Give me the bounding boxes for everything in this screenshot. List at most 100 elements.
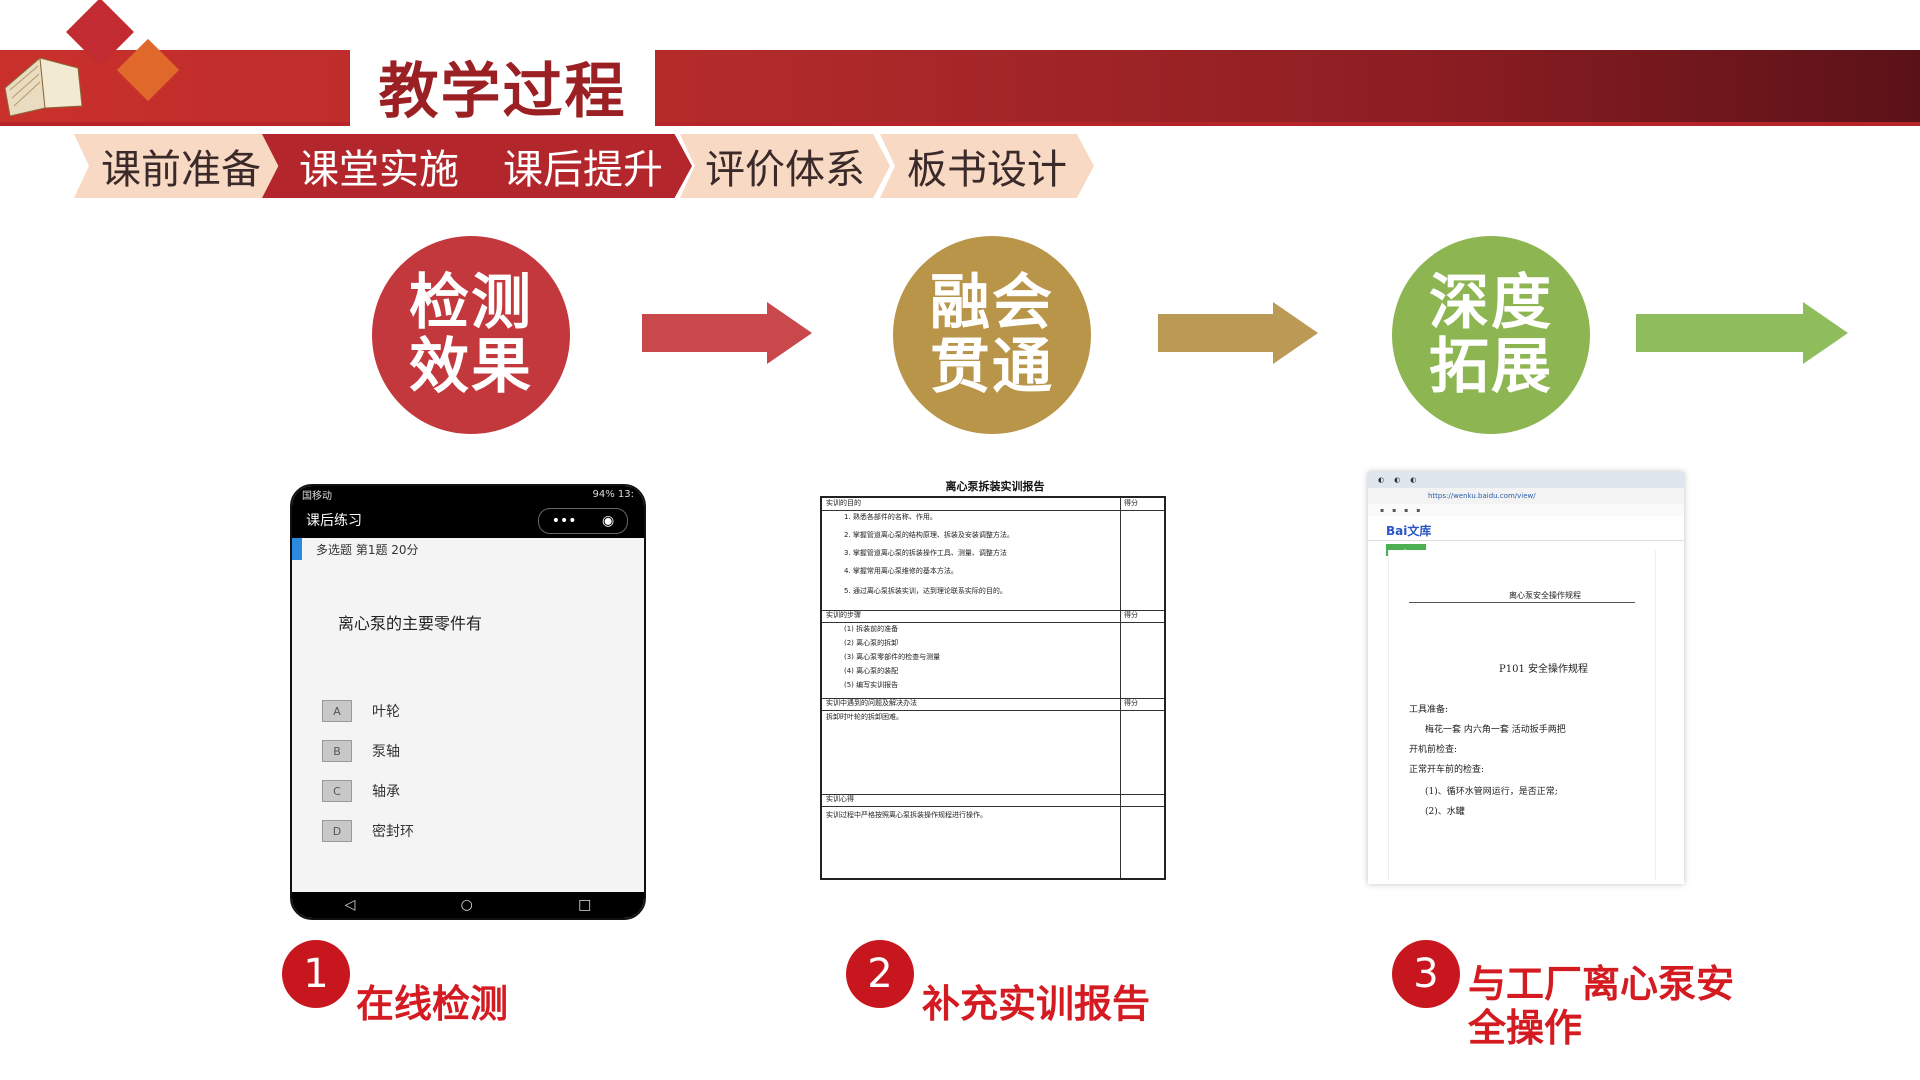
header-underline — [0, 122, 1920, 126]
doc-line: 正常开车前的检查: — [1409, 765, 1485, 775]
browser-screenshot: ◐ ◐ ◐ https://wenku.baidu.com/view/ ▪ ▪ … — [1368, 472, 1684, 884]
document-page: 离心泵安全操作规程 P101 安全操作规程 工具准备: 梅花一套 内六角一套 活… — [1388, 550, 1656, 880]
report-item: 4. 掌握常用离心泵维修的基本方法。 — [844, 567, 958, 575]
report-section-heading: 实训的目的 — [826, 499, 861, 507]
report-document: 实训的目的 得分 1. 熟悉各部件的名称、作用。 2. 掌握管道离心泵的结构原理… — [820, 496, 1166, 880]
phone-screenshot: 国移动 94% 13: 课后练习 ••• ◉ 多选题 第1题 20分 离心泵的主… — [290, 484, 646, 920]
report-item: (2) 离心泵的拆卸 — [844, 639, 899, 647]
phone-title: 课后练习 — [306, 513, 362, 529]
step-number-badge: 2 — [846, 940, 914, 1008]
report-item: 2. 掌握管道离心泵的结构原理、拆装及安装调整方法。 — [844, 531, 1014, 539]
doc-line: 梅花一套 内六角一套 活动扳手两把 — [1425, 725, 1566, 735]
report-row-line — [822, 622, 1164, 623]
question-text: 离心泵的主要零件有 — [338, 614, 483, 633]
browser-tab[interactable]: ◐ — [1410, 476, 1416, 484]
report-item: 1. 熟悉各部件的名称、作用。 — [844, 513, 937, 521]
report-row-line — [822, 806, 1164, 807]
option-letter: B — [322, 740, 352, 762]
back-icon[interactable]: ◁ — [345, 897, 356, 913]
question-meta-text: 多选题 第1题 20分 — [316, 542, 419, 557]
report-column-divider — [1120, 498, 1121, 878]
report-item: (1) 拆装前的准备 — [844, 625, 899, 633]
doc-header: 离心泵安全操作规程 — [1509, 591, 1581, 600]
report-row-line — [822, 510, 1164, 511]
step-line2: 拓展 — [1429, 332, 1553, 402]
browser-tab-strip: ◐ ◐ ◐ — [1368, 472, 1684, 488]
doc-line: 开机前检查: — [1409, 745, 1458, 755]
option-text: 密封环 — [372, 824, 414, 840]
url-text: https://wenku.baidu.com/view/ — [1428, 492, 1536, 500]
step-number-badge: 3 — [1392, 940, 1460, 1008]
option-a[interactable]: A 叶轮 — [322, 700, 400, 722]
header-bar — [0, 50, 1920, 122]
battery-time-text: 94% 13: — [592, 488, 635, 500]
tab-after-class[interactable]: 课后提升 — [474, 134, 692, 198]
bookmark-icon[interactable]: ▪ — [1404, 507, 1408, 514]
option-letter: C — [322, 780, 352, 802]
option-c[interactable]: C 轴承 — [322, 780, 400, 802]
baidu-wenku-logo: Bai文库 — [1386, 524, 1432, 538]
tab-label: 课前准备 — [101, 147, 261, 193]
report-item: 5. 通过离心泵拆装实训，达到理论联系实际的目的。 — [844, 587, 1007, 595]
step-number-badge: 1 — [282, 940, 350, 1008]
report-item: 3. 掌握管道离心泵的拆装操作工具、测量、调整方法 — [844, 549, 1007, 557]
report-item: (5) 编写实训报告 — [844, 681, 899, 689]
arrow-right-icon — [1158, 302, 1318, 364]
recents-icon[interactable]: □ — [578, 897, 591, 913]
bookmark-icon[interactable]: ▪ — [1380, 507, 1384, 514]
question-meta: 多选题 第1题 20分 — [292, 538, 419, 560]
phone-status-bar: 国移动 94% 13: — [292, 486, 644, 502]
tab-pre-class[interactable]: 课前准备 — [74, 134, 288, 198]
browser-tab[interactable]: ◐ — [1394, 476, 1400, 484]
report-score-label: 得分 — [1124, 699, 1138, 707]
close-target-icon[interactable]: ◉ — [602, 513, 614, 529]
report-section-heading: 实训中遇到的问题及解决办法 — [826, 699, 917, 707]
doc-line: 工具准备: — [1409, 705, 1449, 715]
report-paragraph: 拆卸时叶轮的拆卸困难。 — [826, 713, 903, 721]
tab-evaluation[interactable]: 评价体系 — [680, 134, 890, 198]
step-line2: 效果 — [409, 332, 533, 402]
report-row-line — [822, 710, 1164, 711]
option-letter: A — [322, 700, 352, 722]
option-d[interactable]: D 密封环 — [322, 820, 414, 842]
arrow-right-icon — [642, 302, 812, 364]
step-line2: 贯通 — [930, 332, 1054, 402]
doc-title: P101 安全操作规程 — [1499, 664, 1588, 675]
bookmarks-bar: ▪ ▪ ▪ ▪ — [1368, 504, 1684, 516]
report-row-line — [822, 794, 1164, 795]
bookmark-icon[interactable]: ▪ — [1392, 507, 1396, 514]
report-row-line — [822, 610, 1164, 611]
address-bar[interactable]: https://wenku.baidu.com/view/ — [1368, 488, 1684, 504]
browser-tab[interactable]: ◐ — [1378, 476, 1384, 484]
home-icon[interactable]: ○ — [461, 897, 473, 913]
option-text: 泵轴 — [372, 744, 400, 760]
phone-nav-bar: ◁ ○ □ — [292, 892, 644, 918]
arrow-right-icon — [1636, 302, 1848, 364]
tab-in-class[interactable]: 课堂实施 — [262, 134, 496, 198]
report-paragraph: 实训过程中严格按照离心泵拆装操作规程进行操作。 — [826, 811, 987, 819]
tab-blackboard[interactable]: 板书设计 — [880, 134, 1094, 198]
doc-header-rule — [1409, 602, 1635, 603]
report-score-label: 得分 — [1124, 499, 1138, 507]
step-circle-integrate: 融会 贯通 — [893, 236, 1091, 434]
step-line1: 检测 — [409, 268, 533, 338]
page-title: 教学过程 — [378, 56, 627, 127]
meta-accent-bar — [292, 538, 302, 560]
doc-line: (2)、水罐 — [1425, 807, 1465, 817]
option-letter: D — [322, 820, 352, 842]
tab-label: 课堂实施 — [299, 147, 459, 193]
option-text: 轴承 — [372, 784, 400, 800]
report-score-label: 得分 — [1124, 611, 1138, 619]
report-item: (4) 离心泵的装配 — [844, 667, 899, 675]
report-section-heading: 实训心得 — [826, 795, 854, 803]
carrier-text: 国移动 — [302, 490, 332, 502]
report-item: (3) 离心泵零部件的检查与测量 — [844, 653, 941, 661]
bookmark-icon[interactable]: ▪ — [1416, 507, 1420, 514]
more-dots-icon[interactable]: ••• — [552, 513, 577, 529]
doc-line: (1)、循环水管网运行，是否正常; — [1425, 787, 1558, 797]
tab-label: 板书设计 — [907, 147, 1067, 193]
report-section-heading: 实训的步骤 — [826, 611, 861, 619]
option-b[interactable]: B 泵轴 — [322, 740, 400, 762]
tab-label: 评价体系 — [705, 147, 865, 193]
mini-program-capsule[interactable]: ••• ◉ — [538, 508, 628, 534]
